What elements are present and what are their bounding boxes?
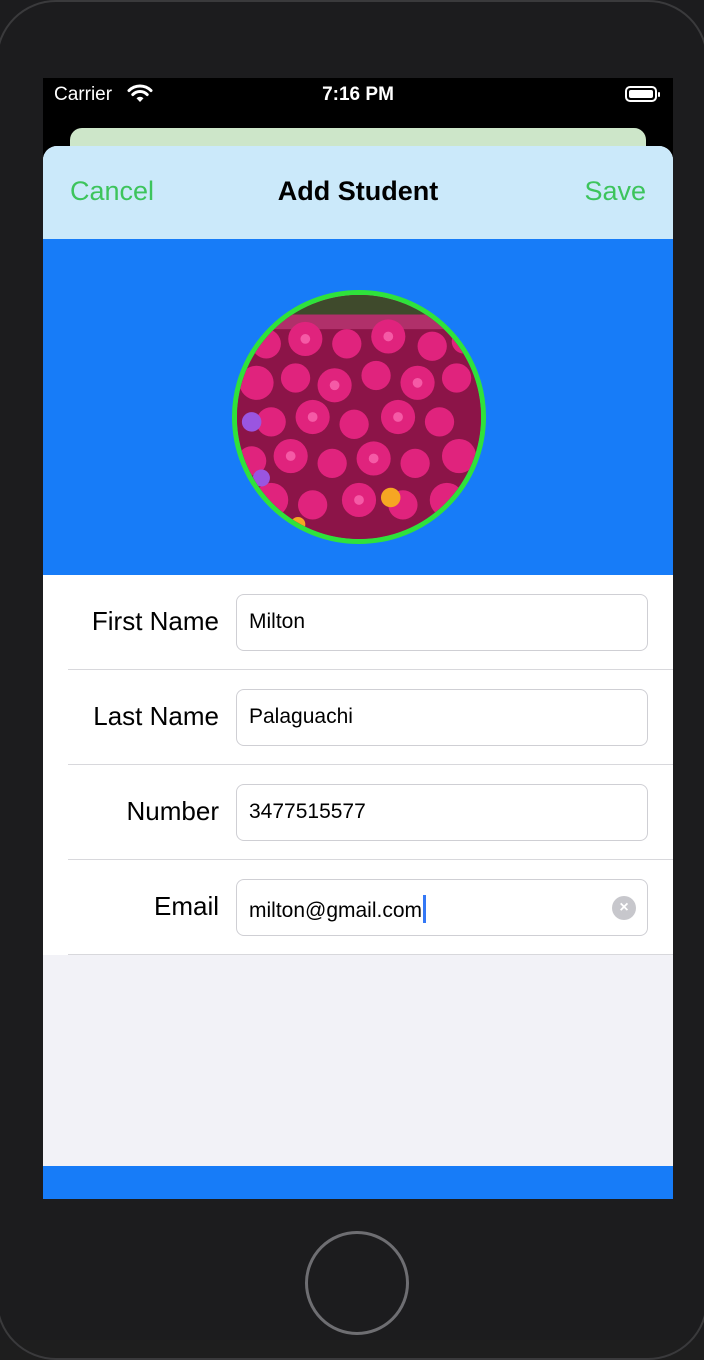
student-form: First Name Milton Last Name Palaguachi N… <box>43 575 673 955</box>
flower-image <box>237 295 481 539</box>
add-student-sheet: Cancel Add Student Save First Name Milto… <box>43 146 673 1199</box>
first-name-row: First Name Milton <box>43 575 673 670</box>
last-name-label: Last Name <box>93 701 219 731</box>
navigation-bar: Cancel Add Student Save <box>43 146 673 239</box>
bottom-bar <box>43 1166 673 1199</box>
battery-icon <box>625 86 660 102</box>
first-name-value: Milton <box>249 610 306 633</box>
email-row: Email milton@gmail.com × <box>43 860 673 955</box>
first-name-label: First Name <box>91 606 219 636</box>
status-time: 7:16 PM <box>322 84 394 105</box>
email-label: Email <box>153 891 219 921</box>
email-field[interactable]: milton@gmail.com × <box>236 879 648 936</box>
number-row: Number 3477515577 <box>43 765 673 860</box>
student-photo[interactable] <box>232 290 486 544</box>
email-value: milton@gmail.com <box>249 899 423 922</box>
home-button[interactable] <box>305 1231 409 1335</box>
number-field[interactable]: 3477515577 <box>236 784 648 841</box>
photo-header <box>43 239 673 575</box>
number-value: 3477515577 <box>249 800 366 823</box>
last-name-value: Palaguachi <box>249 705 353 728</box>
page-title: Add Student <box>277 176 439 206</box>
first-name-field[interactable]: Milton <box>236 594 648 651</box>
email-value-wrap: milton@gmail.com <box>249 895 427 923</box>
last-name-row: Last Name Palaguachi <box>43 670 673 765</box>
save-button[interactable]: Save <box>584 176 646 207</box>
device-screen: Carrier 7:16 PM Cancel Add Student Save <box>43 78 673 1199</box>
last-name-field[interactable]: Palaguachi <box>236 689 648 746</box>
number-label: Number <box>126 796 219 826</box>
text-cursor <box>423 895 427 923</box>
clear-icon[interactable]: × <box>612 896 636 920</box>
status-bar: Carrier 7:16 PM <box>43 78 673 114</box>
row-separator <box>68 954 673 955</box>
